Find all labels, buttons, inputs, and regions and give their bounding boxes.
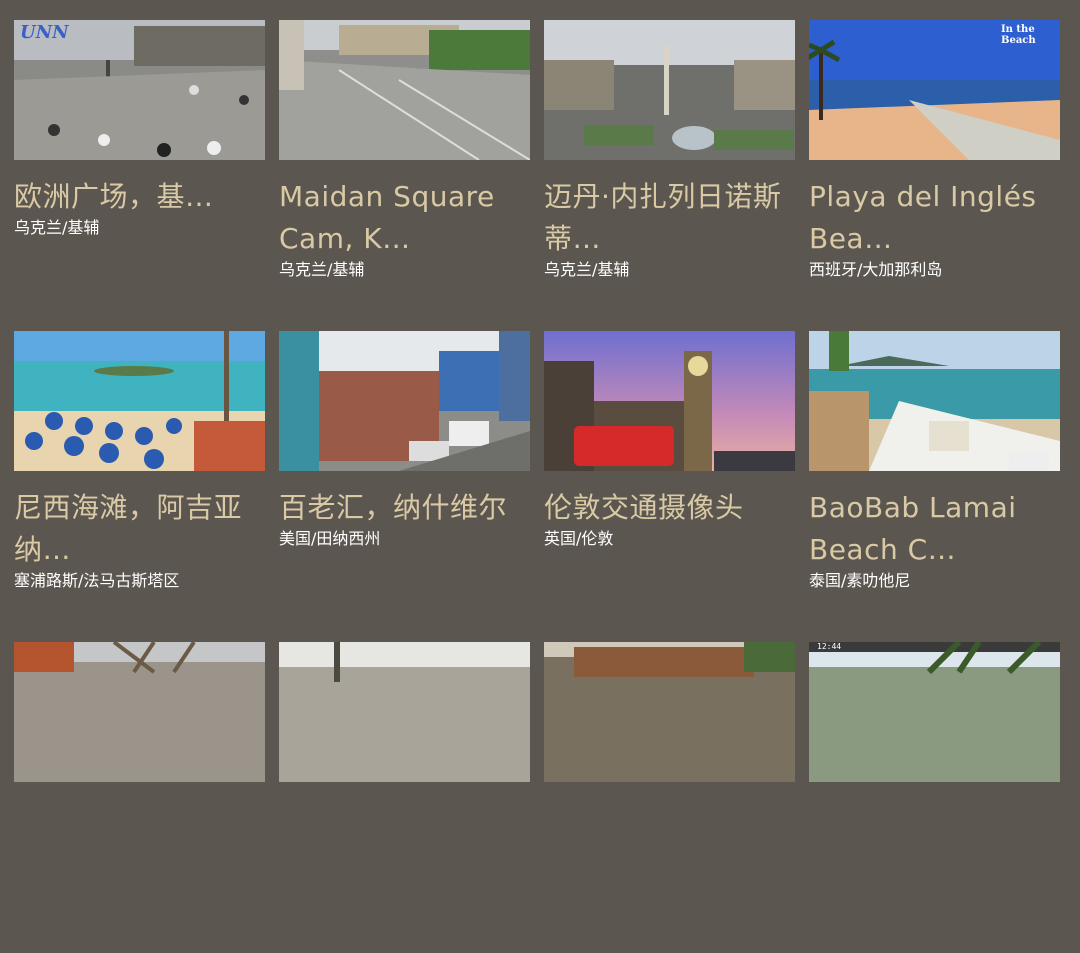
webcam-thumbnail[interactable] bbox=[279, 331, 530, 471]
webcam-thumbnail[interactable]: In the Beach bbox=[809, 20, 1060, 160]
webcam-thumbnail[interactable] bbox=[279, 20, 530, 160]
webcam-card[interactable]: BaoBab Lamai Beach C… 泰国/素叻他尼 bbox=[809, 331, 1060, 642]
card-location: 西班牙/大加那利岛 bbox=[809, 260, 943, 279]
station-logo: In the Beach bbox=[999, 22, 1060, 48]
webcam-card[interactable]: 尼西海滩，阿吉亚纳… 塞浦路斯/法马古斯塔区 bbox=[14, 331, 265, 642]
card-location: 乌克兰/基辅 bbox=[279, 260, 365, 279]
webcam-card[interactable]: 12:44 bbox=[809, 642, 1060, 953]
webcam-thumbnail[interactable] bbox=[544, 20, 795, 160]
card-location: 乌克兰/基辅 bbox=[14, 218, 100, 237]
card-location: 塞浦路斯/法马古斯塔区 bbox=[14, 571, 180, 590]
webcam-card[interactable]: UNN 欧洲广场，基… 乌克兰/基辅 bbox=[14, 20, 265, 331]
webcam-card[interactable]: 迈丹·内扎列日诺斯蒂… 乌克兰/基辅 bbox=[544, 20, 795, 331]
webcam-card[interactable]: In the Beach Playa del Inglés Bea… 西班牙/大… bbox=[809, 20, 1060, 331]
webcam-thumbnail[interactable] bbox=[279, 642, 530, 782]
card-location: 美国/田纳西州 bbox=[279, 529, 381, 548]
webcam-thumbnail[interactable]: 12:44 bbox=[809, 642, 1060, 782]
webcam-card[interactable]: 百老汇，纳什维尔 美国/田纳西州 bbox=[279, 331, 530, 642]
timestamp-overlay: 12:44 bbox=[817, 642, 842, 651]
webcam-thumbnail[interactable] bbox=[14, 331, 265, 471]
webcam-card[interactable] bbox=[544, 642, 795, 953]
card-title[interactable]: 尼西海滩，阿吉亚纳… bbox=[14, 487, 265, 571]
card-title[interactable]: 百老汇，纳什维尔 bbox=[279, 487, 530, 529]
card-location: 英国/伦敦 bbox=[544, 529, 614, 548]
webcam-thumbnail[interactable] bbox=[544, 642, 795, 782]
card-title[interactable]: BaoBab Lamai Beach C… bbox=[809, 487, 1060, 571]
card-title[interactable]: Maidan Square Cam, K… bbox=[279, 176, 530, 260]
card-title[interactable]: 迈丹·内扎列日诺斯蒂… bbox=[544, 176, 795, 260]
card-title[interactable]: 伦敦交通摄像头 bbox=[544, 487, 795, 529]
station-logo: UNN bbox=[20, 22, 69, 43]
webcam-card[interactable] bbox=[279, 642, 530, 953]
webcam-card[interactable]: Maidan Square Cam, K… 乌克兰/基辅 bbox=[279, 20, 530, 331]
webcam-card[interactable]: 伦敦交通摄像头 英国/伦敦 bbox=[544, 331, 795, 642]
card-title[interactable]: 欧洲广场，基… bbox=[14, 176, 265, 218]
webcam-thumbnail[interactable] bbox=[544, 331, 795, 471]
webcam-grid: UNN 欧洲广场，基… 乌克兰/基辅 Maidan Square Cam, K…… bbox=[0, 0, 1080, 953]
card-location: 泰国/素叻他尼 bbox=[809, 571, 911, 590]
webcam-thumbnail[interactable]: UNN bbox=[14, 20, 265, 160]
card-title[interactable]: Playa del Inglés Bea… bbox=[809, 176, 1060, 260]
card-location: 乌克兰/基辅 bbox=[544, 260, 630, 279]
webcam-thumbnail[interactable] bbox=[809, 331, 1060, 471]
webcam-card[interactable] bbox=[14, 642, 265, 953]
webcam-thumbnail[interactable] bbox=[14, 642, 265, 782]
